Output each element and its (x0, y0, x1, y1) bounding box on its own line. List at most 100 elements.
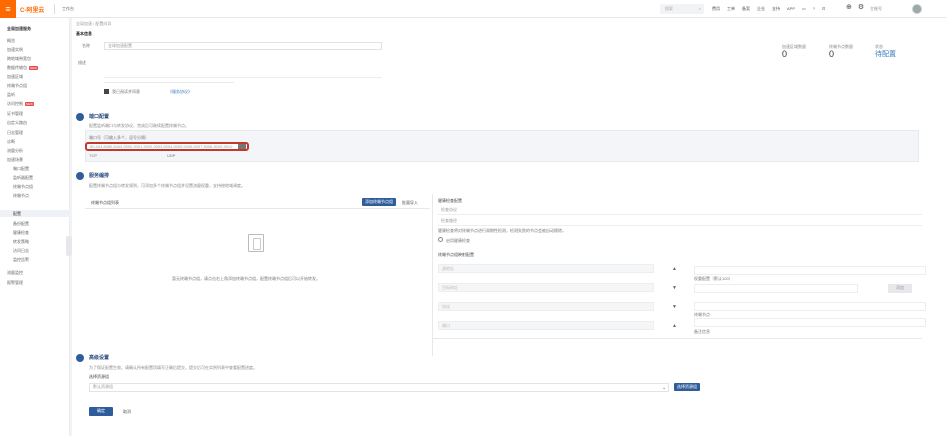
arrow-icon: ▲ (672, 266, 677, 272)
settings-icon[interactable]: ⚙ (858, 3, 864, 11)
resource-group-select[interactable]: 默认资源组 (89, 383, 669, 392)
step-3-marker (76, 354, 84, 362)
user-name[interactable]: 主账号 (870, 6, 882, 12)
sidebar-subitem[interactable]: 终端节点 (13, 193, 29, 199)
arrow-icon: ▼ (672, 304, 677, 310)
health-protocol-input[interactable]: 检查协议 (438, 207, 922, 215)
sidebar: 全局加速服务 概览 加速实例 跨地域带宽包 数据传输包 NEW 加速区域 终端节点… (0, 18, 70, 436)
sidebar-item[interactable]: 自定义路由 (7, 120, 27, 126)
description-textarea[interactable] (104, 58, 382, 78)
port-input[interactable]: 80,443,8080,8443,9000,9001,9002,9003,900… (85, 142, 249, 151)
divider (85, 208, 430, 209)
agree-checkbox[interactable] (104, 89, 109, 94)
sidebar-item[interactable]: 流量监控 (7, 270, 23, 276)
sidebar-item[interactable]: 加速区域 (7, 74, 23, 80)
sidebar-item[interactable]: 加速实例 (7, 47, 23, 53)
search-icon[interactable]: ⌕ (699, 4, 701, 14)
search-placeholder: 搜索 (665, 6, 673, 11)
step-3-title: 高级设置 (89, 355, 110, 361)
language-icon[interactable]: ⊕ (846, 3, 852, 11)
new-badge: NEW (29, 66, 38, 70)
message-icon[interactable]: ▭ (802, 6, 806, 12)
port-input-value: 80,443,8080,8443,9000,9001,9002,9003,900… (90, 144, 233, 149)
nav-item[interactable]: APP (787, 6, 795, 12)
agree-label: 我已阅读并同意 (112, 89, 140, 94)
sidebar-item[interactable]: 诊断 (7, 139, 15, 145)
submit-button[interactable]: 确定 (89, 407, 113, 416)
nav-item[interactable]: 工单 (727, 6, 735, 12)
sidebar-item[interactable]: 概览 (7, 38, 15, 44)
nav-item[interactable]: 费用 (712, 6, 720, 12)
node-group-list-header: 终端节点组列表 (91, 200, 119, 205)
sidebar-item[interactable]: 流量分析 (7, 148, 23, 154)
step-1-marker (76, 113, 84, 121)
document-icon (248, 234, 264, 252)
home-link[interactable]: 工作台 (62, 6, 74, 12)
chevron-down-icon[interactable]: ⌄ (662, 385, 666, 391)
description-label: 描述 (78, 60, 86, 65)
nav-item[interactable]: 备案 (742, 6, 750, 12)
help-icon[interactable]: ? (813, 6, 815, 12)
new-badge: NEW (25, 102, 34, 106)
weight-input[interactable] (694, 266, 926, 275)
divider (54, 4, 55, 14)
add-button[interactable]: 添加 (888, 284, 912, 293)
sidebar-subitem[interactable]: 访问日志 (13, 248, 29, 254)
sidebar-subitem[interactable]: 转发策略 (13, 239, 29, 245)
step-2-marker (76, 172, 84, 180)
health-check-note: 健康检查将对终端节点进行周期性检测，检测失败的节点会被自动剔除。 (438, 228, 566, 233)
sidebar-item[interactable]: 监听 (7, 92, 15, 98)
sidebar-item[interactable]: 加速场景 (7, 157, 23, 163)
nav-item[interactable]: 企业 (757, 6, 765, 12)
batch-import-button[interactable]: 批量导入 (402, 200, 418, 206)
port-input-label: 端口号（可输入多个，逗号分隔） (89, 135, 149, 140)
sidebar-subitem[interactable]: 监控告警 (13, 257, 29, 263)
sidebar-item[interactable]: 日志管理 (7, 130, 23, 136)
mapping-row[interactable]: 源地址 (438, 264, 654, 273)
stat-value: 0 (829, 49, 835, 59)
basic-info-title: 基本信息 (76, 31, 92, 36)
mapping-row[interactable]: 协议 (438, 302, 654, 311)
weight-value-input[interactable] (694, 284, 858, 293)
sidebar-item[interactable]: 证书管理 (7, 111, 23, 117)
sidebar-subitem[interactable]: 健康检查 (13, 230, 29, 236)
menu-icon[interactable]: ≡ (0, 0, 16, 18)
step-1-desc: 配置监听端口与转发协议，完成后可继续配置终端节点。 (89, 123, 189, 128)
health-path-input[interactable]: 检查路径 (438, 218, 922, 226)
cancel-button[interactable]: 取消 (123, 409, 131, 415)
endpoint-input[interactable] (694, 302, 926, 311)
logo[interactable]: C-阿里云 (20, 5, 44, 14)
sidebar-item[interactable]: 数据传输包 NEW (7, 65, 38, 71)
sidebar-item[interactable]: 跨地域带宽包 (7, 56, 31, 62)
resource-group-label: 选择资源组 (89, 374, 109, 379)
mapping-title: 终端节点组映射配置 (438, 252, 474, 257)
cart-icon[interactable]: ⊡ (822, 6, 825, 12)
health-check-radio[interactable] (438, 237, 443, 242)
agreement-link[interactable]: 《服务协议》 (168, 89, 192, 95)
endpoint-value-input[interactable] (694, 318, 926, 327)
select-resource-group-button[interactable]: 选择资源组 (674, 383, 700, 391)
main-content: 全局加速 / 配置向导 基本信息 名称 全球加速配置 描述 我已阅读并同意 《服… (72, 18, 946, 436)
nav-item[interactable]: 支持 (772, 6, 780, 12)
sidebar-item-label: 数据传输包 (7, 65, 27, 70)
top-bar: ≡ C-阿里云 工作台 搜索 ⌕ 费用 工单 备案 企业 支持 APP ▭ ? … (0, 0, 946, 18)
sidebar-subitem[interactable]: 端口配置 (13, 166, 29, 172)
mapping-row[interactable]: 目标地址 (438, 283, 654, 292)
sidebar-item[interactable]: 报警管理 (7, 280, 23, 286)
sidebar-subitem[interactable]: 终端节点组 (13, 184, 33, 190)
sidebar-subitem[interactable]: 监听器配置 (13, 175, 33, 181)
edit-icon[interactable] (238, 144, 246, 149)
search-input[interactable]: 搜索 ⌕ (660, 4, 704, 14)
mapping-row[interactable]: 端口 (438, 321, 654, 330)
sidebar-item[interactable]: 访问控制 NEW (7, 101, 34, 107)
sidebar-subitem-active[interactable]: 配置 (0, 210, 70, 217)
add-node-group-button[interactable]: 添加终端节点组 (362, 198, 396, 206)
name-label: 名称 (82, 43, 90, 48)
avatar[interactable] (912, 4, 922, 14)
empty-state-text: 暂无终端节点组，请点击右上角添加终端节点组，配置终端节点组后可以开始转发。 (172, 276, 320, 281)
status-value: 待配置 (875, 51, 896, 58)
sidebar-subitem[interactable]: 备份配置 (13, 221, 29, 227)
top-icons: ⊕ ⚙ (846, 3, 864, 11)
sidebar-item[interactable]: 终端节点组 (7, 83, 27, 89)
name-input[interactable]: 全球加速配置 (104, 42, 382, 50)
